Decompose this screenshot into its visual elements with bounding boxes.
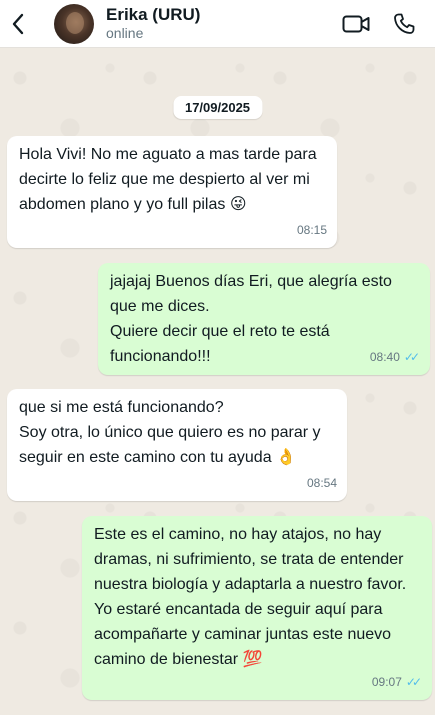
video-call-icon (342, 15, 370, 32)
message-emoji: 💯 (242, 651, 263, 668)
message-bubble-outgoing[interactable]: Este es el camino, no hay atajos, no hay… (82, 516, 432, 700)
message-emoji: 👌 (276, 449, 296, 466)
message-meta: 08:40 ✓✓ (370, 345, 420, 370)
message-time: 08:40 (369, 350, 400, 364)
date-chip: 17/09/2025 (172, 96, 263, 119)
message-bubble-incoming[interactable]: que si me está funcionando? Soy otra, lo… (7, 389, 347, 501)
read-receipt-icon: ✓✓ (405, 675, 422, 689)
message-text: Hola Vivi! No me aguato a mas tarde para… (19, 146, 317, 213)
message-time: 08:15 (296, 223, 327, 237)
message-text: Este es el camino, no hay atajos, no hay… (94, 526, 407, 668)
contact-info[interactable]: Erika (URU) online (106, 5, 339, 42)
video-call-button[interactable] (339, 7, 373, 41)
message-time: 09:07 (371, 675, 402, 689)
contact-name: Erika (URU) (106, 5, 201, 24)
message-meta: 09:07 ✓✓ (372, 670, 422, 695)
chat-area[interactable]: 17/09/2025 PRANKSHIT Hola Vivi! No me ag… (0, 48, 435, 715)
read-receipt-icon: ✓✓ (403, 350, 420, 364)
chat-header: Erika (URU) online (0, 0, 435, 48)
message-bubble-incoming[interactable]: Hola Vivi! No me aguato a mas tarde para… (7, 136, 337, 248)
message-meta: 08:54 (307, 471, 337, 496)
message-time: 08:54 (306, 476, 337, 490)
avatar[interactable] (54, 3, 94, 44)
message-meta: 08:15 (297, 218, 327, 243)
message-emoji: 😜 (229, 196, 247, 213)
phone-call-icon (394, 13, 415, 34)
back-button[interactable] (4, 0, 32, 48)
back-arrow-icon (12, 13, 24, 34)
message-text: que si me está funcionando? Soy otra, lo… (19, 399, 321, 466)
contact-status: online (106, 25, 144, 41)
message-bubble-outgoing[interactable]: jajajaj Buenos días Eri, que alegría est… (98, 263, 430, 375)
phone-call-button[interactable] (387, 7, 421, 41)
